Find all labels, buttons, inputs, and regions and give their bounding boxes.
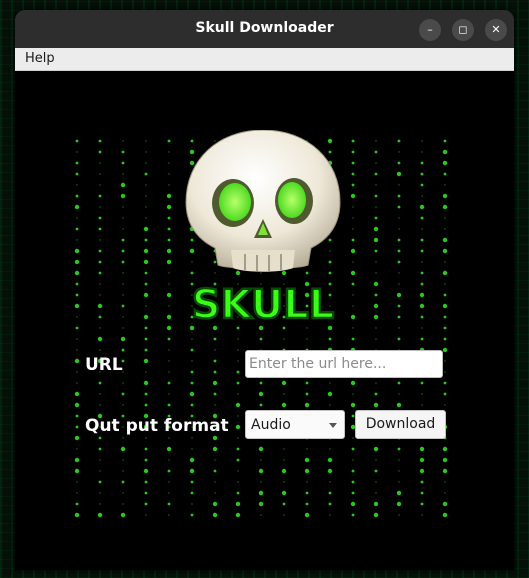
menu-item-help[interactable]: Help: [25, 51, 55, 66]
maximize-icon: ◻: [458, 23, 468, 36]
chevron-down-icon: [329, 423, 337, 428]
minimize-icon: –: [427, 23, 433, 36]
url-input[interactable]: [245, 350, 443, 378]
titlebar[interactable]: Skull Downloader – ◻ ✕: [15, 10, 514, 48]
download-button[interactable]: Download: [355, 410, 446, 439]
url-label: URL: [85, 355, 123, 375]
output-format-select[interactable]: Audio: [245, 410, 345, 439]
close-button[interactable]: ✕: [485, 19, 507, 41]
minimize-button[interactable]: –: [419, 19, 441, 41]
output-format-label: Qut put format: [85, 416, 229, 436]
maximize-button[interactable]: ◻: [452, 19, 474, 41]
main-content: SKULL URL Qut put format Audio Download: [15, 71, 514, 570]
skull-logo: SKULL: [185, 130, 341, 329]
output-format-value: Audio: [251, 417, 291, 433]
app-window: Skull Downloader – ◻ ✕ Help SKULL URL En…: [15, 10, 514, 570]
close-icon: ✕: [491, 23, 501, 36]
menu-bar: Help: [15, 48, 514, 71]
skull-logo-text: SKULL: [192, 282, 335, 328]
